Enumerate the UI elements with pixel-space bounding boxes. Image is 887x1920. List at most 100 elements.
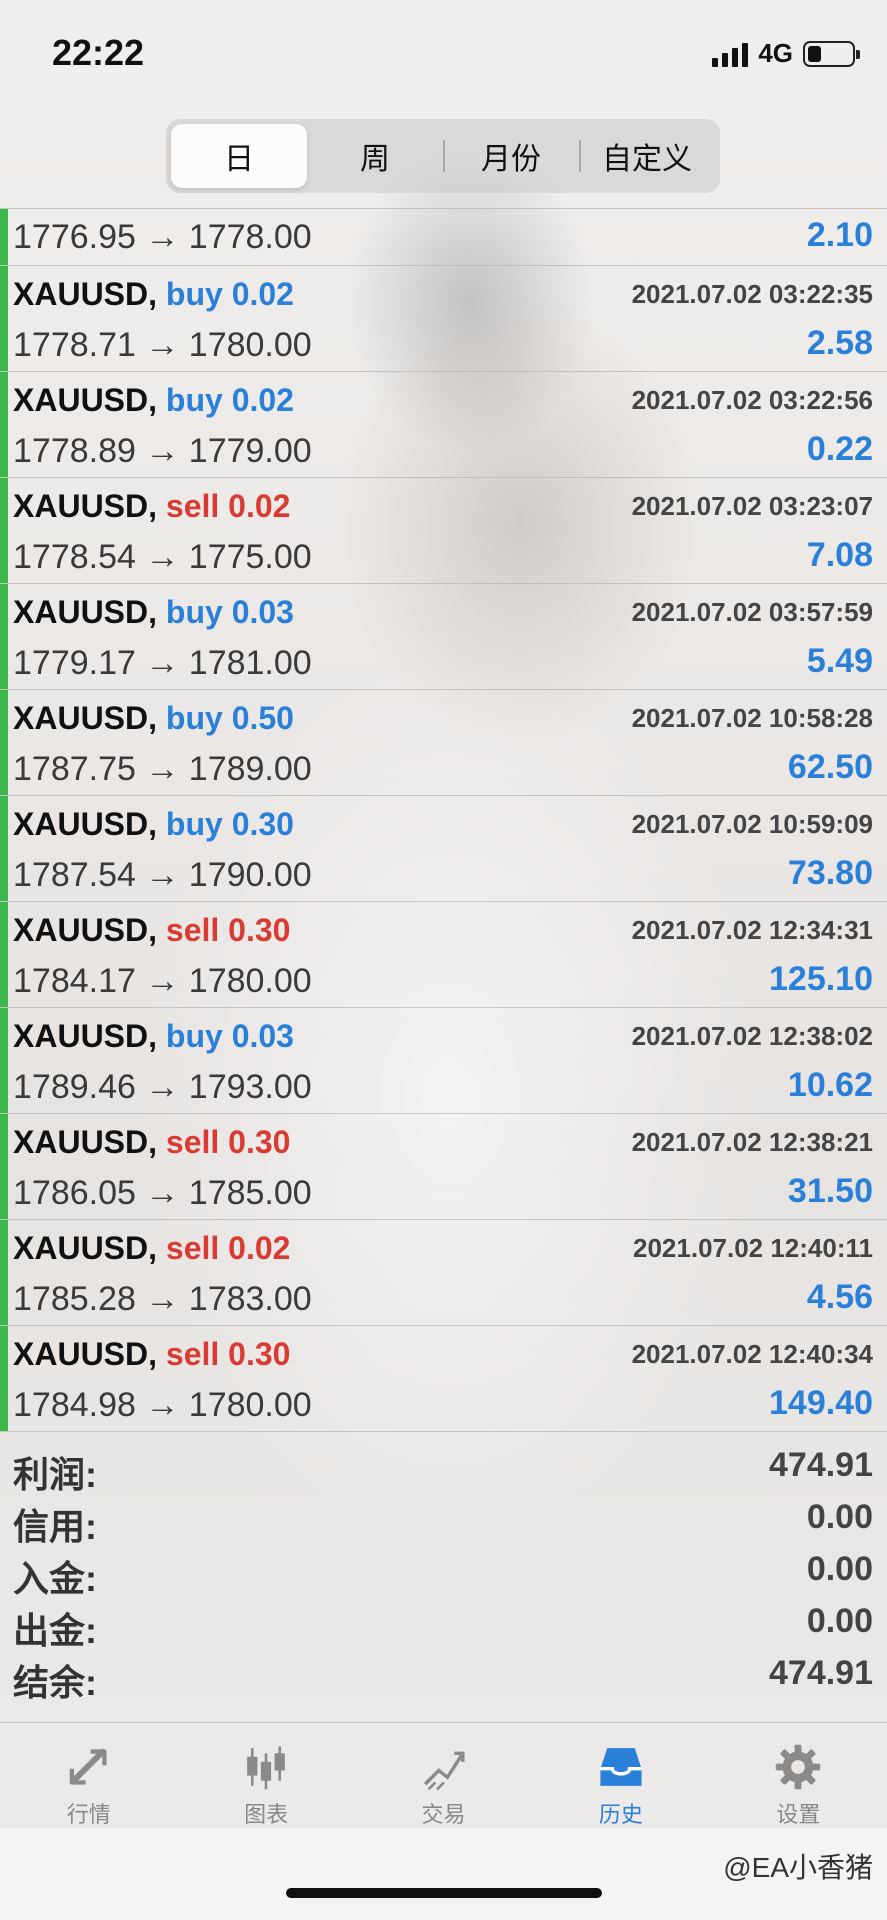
period-tab-month[interactable]: 月份 <box>443 124 579 188</box>
signal-icon <box>712 41 749 67</box>
trade-side: buy <box>165 276 223 312</box>
candlestick-chart-icon <box>247 1746 285 1790</box>
trade-volume: 0.30 <box>228 1336 291 1372</box>
trade-row[interactable]: XAUUSD, buy 0.02 2021.07.02 03:22:56 1778.… <box>0 372 887 478</box>
trade-time: 2021.07.02 10:58:28 <box>631 703 873 733</box>
trade-volume: 0.50 <box>231 700 294 736</box>
trade-symbol-line: XAUUSD, sell 0.30 <box>13 912 290 949</box>
trade-volume: 0.30 <box>231 806 294 842</box>
trade-profit: 4.56 <box>806 1278 873 1316</box>
trade-prices: 1778.71 → 1780.00 <box>13 326 312 364</box>
trade-profit: 5.49 <box>806 642 873 680</box>
trade-row[interactable]: XAUUSD, sell 0.02 2021.07.02 12:40:11 1785… <box>0 1220 887 1326</box>
trade-side-volume: buy 0.03 <box>166 594 294 630</box>
trade-prices: 1779.17 → 1781.00 <box>13 644 312 682</box>
trade-row[interactable]: XAUUSD, sell 0.30 2021.07.02 12:38:21 1786… <box>0 1114 887 1220</box>
trade-prices: 1776.95 → 1778.00 <box>13 218 312 256</box>
summary-label: 出金: <box>13 1610 97 1651</box>
tab-trade[interactable]: 交易 <box>355 1723 532 1829</box>
trade-prices: 1789.46 → 1793.00 <box>13 1068 312 1106</box>
tab-history[interactable]: 历史 <box>532 1723 709 1829</box>
trade-row[interactable]: XAUUSD, buy 0.50 2021.07.02 10:58:28 1787.… <box>0 690 887 796</box>
tab-label: 行情 <box>66 1802 111 1827</box>
trade-symbol: XAUUSD, <box>13 912 158 948</box>
period-tab-day[interactable]: 日 <box>171 124 307 188</box>
trade-side: buy <box>165 700 223 736</box>
trade-side-volume: sell 0.02 <box>166 488 291 524</box>
trade-time: 2021.07.02 12:40:34 <box>631 1339 873 1369</box>
trade-profit: 62.50 <box>787 748 873 786</box>
trade-prices: 1784.17 → 1780.00 <box>13 962 312 1000</box>
trade-profit: 7.08 <box>806 536 873 574</box>
trade-side: sell <box>165 1124 220 1160</box>
trade-symbol-line: XAUUSD, buy 0.02 <box>13 276 294 313</box>
profit-indicator-bar <box>0 478 8 583</box>
trade-row[interactable]: XAUUSD, buy 0.03 2021.07.02 03:57:59 1779.… <box>0 584 887 690</box>
trade-symbol: XAUUSD, <box>13 488 158 524</box>
trade-row-partial[interactable]: 1776.95 → 1778.00 2.10 <box>0 208 887 266</box>
trade-side-volume: sell 0.30 <box>166 1336 291 1372</box>
trade-side-volume: buy 0.02 <box>166 276 294 312</box>
trade-volume: 0.30 <box>228 1124 291 1160</box>
trade-volume: 0.03 <box>231 594 294 630</box>
trade-side: buy <box>165 806 223 842</box>
tab-settings[interactable]: 设置 <box>710 1723 887 1829</box>
trade-row[interactable]: XAUUSD, sell 0.30 2021.07.02 12:40:34 1784… <box>0 1326 887 1432</box>
tab-label: 历史 <box>598 1802 643 1827</box>
trade-time: 2021.07.02 12:38:02 <box>631 1021 873 1051</box>
trade-profit: 0.22 <box>806 430 873 468</box>
trade-volume: 0.03 <box>231 1018 294 1054</box>
trade-row[interactable]: XAUUSD, buy 0.02 2021.07.02 03:22:35 1778.… <box>0 266 887 372</box>
summary-value: 0.00 <box>806 1498 873 1536</box>
summary-value: 474.91 <box>769 1654 873 1692</box>
status-time: 22:22 <box>52 32 145 73</box>
trade-symbol-line: XAUUSD, buy 0.30 <box>13 806 294 843</box>
trade-side-volume: sell 0.30 <box>166 1124 291 1160</box>
summary-label: 结余: <box>13 1662 97 1703</box>
trade-prices: 1784.98 → 1780.00 <box>13 1386 312 1424</box>
trade-history-list[interactable]: 1776.95 → 1778.00 2.10 XAUUSD, buy 0.02 2… <box>0 208 887 1432</box>
tab-chart[interactable]: 图表 <box>177 1723 354 1829</box>
trade-profit: 73.80 <box>787 854 873 892</box>
trade-symbol-line: XAUUSD, sell 0.02 <box>13 1230 290 1267</box>
trade-side: sell <box>165 1230 220 1266</box>
profit-indicator-bar <box>0 1008 8 1113</box>
summary-balance: 结余: 474.91 <box>0 1654 887 1706</box>
trade-prices: 1787.54 → 1790.00 <box>13 856 312 894</box>
trade-symbol-line: XAUUSD, sell 0.02 <box>13 488 290 525</box>
trade-prices: 1778.89 → 1779.00 <box>13 432 312 470</box>
trade-row[interactable]: XAUUSD, buy 0.03 2021.07.02 12:38:02 1789.… <box>0 1008 887 1114</box>
trade-volume: 0.02 <box>228 488 291 524</box>
settings-gear-icon <box>776 1744 821 1790</box>
account-summary: 利润: 474.91 信用: 0.00 入金: 0.00 出金: 0.00 结余… <box>0 1446 887 1706</box>
summary-value: 0.00 <box>806 1602 873 1640</box>
trade-row[interactable]: XAUUSD, sell 0.30 2021.07.02 12:34:31 1784… <box>0 902 887 1008</box>
history-inbox-icon <box>600 1748 642 1786</box>
status-indicators: 4G <box>712 38 860 69</box>
trade-row[interactable]: XAUUSD, buy 0.30 2021.07.02 10:59:09 1787.… <box>0 796 887 902</box>
summary-value: 0.00 <box>806 1550 873 1588</box>
trade-time: 2021.07.02 03:23:07 <box>631 491 873 521</box>
trade-profit: 31.50 <box>787 1172 873 1210</box>
trade-symbol-line: XAUUSD, buy 0.02 <box>13 382 294 419</box>
summary-value: 474.91 <box>769 1446 873 1484</box>
quotes-arrows-icon <box>69 1748 107 1785</box>
trade-symbol: XAUUSD, <box>13 806 158 842</box>
trade-symbol: XAUUSD, <box>13 1018 158 1054</box>
trade-side-volume: buy 0.50 <box>166 700 294 736</box>
trade-side: buy <box>165 382 223 418</box>
trade-side-volume: buy 0.02 <box>166 382 294 418</box>
trade-time: 2021.07.02 10:59:09 <box>631 809 873 839</box>
trade-time: 2021.07.02 12:38:21 <box>631 1127 873 1157</box>
summary-deposit: 入金: 0.00 <box>0 1550 887 1602</box>
trade-profit: 2.10 <box>806 216 873 254</box>
profit-indicator-bar <box>0 584 8 689</box>
trade-time: 2021.07.02 03:22:56 <box>631 385 873 415</box>
trade-row[interactable]: XAUUSD, sell 0.02 2021.07.02 03:23:07 1778… <box>0 478 887 584</box>
period-tab-custom[interactable]: 自定义 <box>579 124 715 188</box>
trade-profit: 149.40 <box>769 1384 873 1422</box>
home-indicator[interactable] <box>286 1888 602 1898</box>
tab-quotes[interactable]: 行情 <box>0 1723 177 1829</box>
period-tab-week[interactable]: 周 <box>307 124 443 188</box>
trade-time: 2021.07.02 12:34:31 <box>631 915 873 945</box>
